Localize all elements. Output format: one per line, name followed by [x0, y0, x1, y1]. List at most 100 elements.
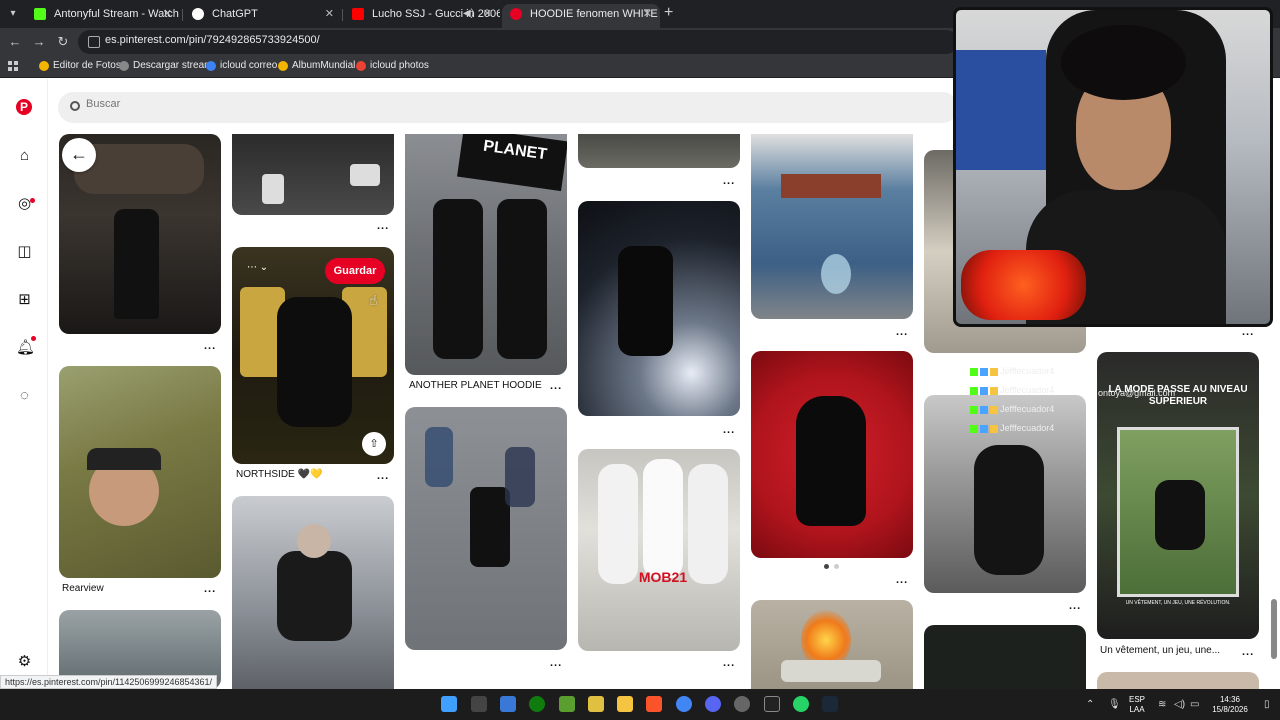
pin-image-smoke-car[interactable]: [578, 201, 740, 416]
pin-image-burning-car[interactable]: [751, 600, 913, 689]
chat-line: Jefffecuador4: [970, 366, 1054, 376]
address-bar[interactable]: es.pinterest.com/pin/792492865733924500/: [78, 30, 958, 54]
pin-image-sneakers[interactable]: [232, 134, 394, 215]
close-icon[interactable]: ✕: [643, 4, 652, 24]
bell-icon[interactable]: 🔔︎: [16, 339, 35, 356]
steam-icon[interactable]: [822, 696, 838, 712]
language-indicator[interactable]: ESP LAA: [1126, 695, 1148, 715]
figure-shape: [643, 459, 683, 579]
figure-shape: [425, 427, 453, 487]
pin-more-options[interactable]: ...: [377, 470, 389, 482]
home-icon[interactable]: ⌂: [16, 147, 33, 164]
mob21-text: MOB21: [638, 569, 688, 585]
share-icon[interactable]: ⇧: [362, 432, 386, 456]
pin-more-options[interactable]: ...: [204, 583, 216, 595]
pin-image-partial[interactable]: [1097, 672, 1259, 689]
pin-more-options[interactable]: ...: [723, 175, 735, 187]
tab-kick[interactable]: Antonyful Stream - Watch Live ✕: [26, 4, 180, 28]
pin-more-options[interactable]: ...: [896, 574, 908, 586]
apps-grid-icon[interactable]: [8, 61, 19, 72]
tab-chatgpt[interactable]: ChatGPT ✕: [184, 4, 342, 28]
tab-youtube[interactable]: Lucho SSJ - Gucci in 2006 ( ◀) ✕: [344, 4, 500, 28]
pin-image-rearview[interactable]: [59, 366, 221, 578]
search-input[interactable]: [86, 98, 786, 110]
pin-board-selector[interactable]: ⋯ ⌄: [247, 262, 268, 273]
microphone-icon[interactable]: 🎙︎: [1108, 699, 1121, 710]
forward-icon[interactable]: →: [30, 33, 48, 51]
bookmark-label: Descargar stream: [133, 60, 213, 71]
messages-icon[interactable]: ◌: [16, 387, 33, 404]
save-button[interactable]: Guardar: [325, 258, 385, 284]
bookmark-icloud-photos[interactable]: icloud photos: [356, 60, 429, 71]
close-icon[interactable]: ✕: [325, 4, 334, 24]
notifications-icon[interactable]: ▯: [1264, 699, 1270, 710]
battery-icon[interactable]: ▭: [1190, 699, 1199, 710]
task-view-icon[interactable]: [471, 696, 487, 712]
search-bar[interactable]: [58, 92, 958, 123]
notification-dot: [30, 198, 35, 203]
bookmark-icloud-correo[interactable]: icloud correo: [206, 60, 277, 71]
bookmark-editor-fotos[interactable]: Editor de Fotos: [39, 60, 121, 71]
discord-icon[interactable]: [705, 696, 721, 712]
new-tab-icon[interactable]: +: [664, 5, 673, 21]
minecraft-icon[interactable]: [559, 696, 575, 712]
boards-icon[interactable]: ◫: [16, 243, 33, 260]
pin-image-another-planet[interactable]: PLANET: [405, 134, 567, 375]
pin-title-another-planet[interactable]: ANOTHER PLANET HOODIE: [409, 380, 542, 391]
pin-image-top[interactable]: [578, 134, 740, 168]
create-icon[interactable]: ⊞: [16, 291, 33, 308]
back-icon[interactable]: ←: [6, 33, 24, 51]
kick-icon: [34, 8, 46, 20]
pin-more-options[interactable]: ...: [550, 657, 562, 669]
back-arrow-button[interactable]: ←: [62, 138, 96, 172]
pin-more-options[interactable]: ...: [723, 657, 735, 669]
pin-image-hoodie-chair[interactable]: [232, 496, 394, 689]
reload-icon[interactable]: ↻: [54, 33, 72, 51]
wifi-icon[interactable]: ≋: [1158, 699, 1166, 710]
carousel-dot-active[interactable]: [824, 564, 829, 569]
pin-more-options[interactable]: ...: [1242, 646, 1254, 658]
tab-search-icon[interactable]: ▾: [4, 5, 22, 23]
overlay-subtitle: UN VÊTEMENT, UN JEU, UNE RÉVOLUTION.: [1125, 600, 1231, 606]
obs-icon[interactable]: [734, 696, 750, 712]
pin-more-options[interactable]: ...: [204, 340, 216, 352]
site-info-icon[interactable]: [88, 36, 100, 48]
store-icon[interactable]: [500, 696, 516, 712]
pin-image-street[interactable]: [405, 407, 567, 650]
pin-more-options[interactable]: ...: [550, 380, 562, 392]
pin-image-containers[interactable]: [751, 134, 913, 319]
close-icon[interactable]: ✕: [483, 4, 492, 24]
pin-more-options[interactable]: ...: [896, 326, 908, 338]
tray-chevron-icon[interactable]: ⌃: [1086, 699, 1094, 710]
tab-pinterest[interactable]: HOODIE fenomen WHITE ALO/ ✕: [502, 4, 660, 28]
close-icon[interactable]: ✕: [163, 4, 172, 24]
pin-more-options[interactable]: ...: [723, 424, 735, 436]
clock[interactable]: 14:36 15/8/2026: [1210, 695, 1250, 715]
pin-image-mob21[interactable]: MOB21: [578, 449, 740, 651]
carousel-dot[interactable]: [834, 564, 839, 569]
brave-icon[interactable]: [646, 696, 662, 712]
capcut-icon[interactable]: [764, 696, 780, 712]
start-icon[interactable]: [441, 696, 457, 712]
pin-more-options[interactable]: ...: [1069, 600, 1081, 612]
pin-title-rearview[interactable]: Rearview: [62, 583, 104, 594]
pin-more-options[interactable]: ...: [1242, 326, 1254, 338]
file-explorer-icon[interactable]: [617, 696, 633, 712]
scroll-thumb[interactable]: [1271, 599, 1277, 659]
volume-icon[interactable]: ◁): [1174, 699, 1185, 710]
pin-more-options[interactable]: ...: [377, 220, 389, 232]
chrome-icon[interactable]: [676, 696, 692, 712]
audio-icon[interactable]: ◀): [463, 4, 474, 24]
pinterest-logo-icon[interactable]: P: [16, 99, 32, 115]
bookmark-descargar-stream[interactable]: Descargar stream: [119, 60, 212, 71]
game-launcher-icon[interactable]: [588, 696, 604, 712]
car-shape: [781, 660, 881, 682]
pin-image-red-hoodie[interactable]: [751, 351, 913, 558]
pin-title-vetement[interactable]: Un vêtement, un jeu, une...: [1100, 645, 1220, 656]
bookmark-albummundial[interactable]: AlbumMundial: [278, 60, 355, 71]
whatsapp-icon[interactable]: [793, 696, 809, 712]
pin-image-dark[interactable]: [924, 625, 1086, 689]
settings-gear-icon[interactable]: ⚙: [16, 653, 33, 670]
xbox-icon[interactable]: [529, 696, 545, 712]
pin-title-northside[interactable]: NORTHSIDE 🖤💛: [236, 469, 322, 480]
